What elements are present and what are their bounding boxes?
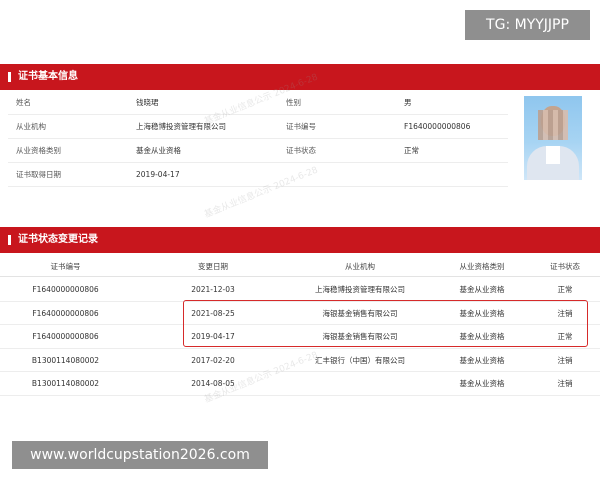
cell-qualification: 基金从业资格 <box>459 355 505 365</box>
section-marker-icon <box>8 235 11 245</box>
value-institution: 上海稳博投资管理有限公司 <box>136 122 226 131</box>
label-issue-date: 证书取得日期 <box>16 170 61 179</box>
cell-status: 注销 <box>557 379 573 388</box>
status-history-header: 证书状态变更记录 <box>0 227 600 253</box>
value-cert-number: F1640000000806 <box>404 122 471 131</box>
info-row-institution: 从业机构 上海稳博投资管理有限公司 证书编号 F1640000000806 <box>8 115 508 139</box>
label-qualification: 从业资格类别 <box>16 146 61 155</box>
cell-change-date: 2017-02-20 <box>191 355 235 365</box>
value-gender: 男 <box>404 98 412 107</box>
cell-status: 正常 <box>557 285 573 294</box>
cell-qualification: 基金从业资格 <box>459 379 505 388</box>
history-table-header: 证书编号 变更日期 从业机构 从业资格类别 证书状态 <box>0 257 600 277</box>
value-name: 钱晓珺 <box>136 98 159 107</box>
col-institution: 从业机构 <box>345 262 375 271</box>
label-gender: 性别 <box>286 98 301 107</box>
tg-handle-badge: TG: MYYJJPP <box>465 10 590 40</box>
photo-face-blur <box>538 110 568 140</box>
label-cert-number: 证书编号 <box>286 122 316 131</box>
info-row-issue-date: 证书取得日期 2019-04-17 <box>8 163 508 187</box>
cell-status: 注销 <box>557 355 573 365</box>
cell-cert-number: B1300114080002 <box>31 379 100 388</box>
info-row-qualification: 从业资格类别 基金从业资格 证书状态 正常 <box>8 139 508 163</box>
profile-photo <box>524 96 582 180</box>
col-qualification: 从业资格类别 <box>459 262 505 271</box>
table-row: B1300114080002 2017-02-20 汇丰银行（中国）有限公司 基… <box>0 349 600 372</box>
cell-cert-number: B1300114080002 <box>31 355 100 365</box>
label-name: 姓名 <box>16 98 31 107</box>
cert-info-header: 证书基本信息 <box>0 64 600 90</box>
col-status: 证书状态 <box>550 262 580 271</box>
cell-qualification: 基金从业资格 <box>459 285 505 294</box>
cert-info-title: 证书基本信息 <box>18 71 78 82</box>
cell-cert-number: F1640000000806 <box>32 285 99 294</box>
cell-change-date: 2014-08-05 <box>191 379 235 388</box>
info-row-name: 姓名 钱晓珺 性别 男 <box>8 91 508 115</box>
col-change-date: 变更日期 <box>198 262 228 271</box>
label-institution: 从业机构 <box>16 122 46 131</box>
cell-institution: 上海稳博投资管理有限公司 <box>315 285 405 294</box>
highlight-annotation-box <box>183 300 588 347</box>
table-row: F1640000000806 2021-12-03 上海稳博投资管理有限公司 基… <box>0 278 600 302</box>
table-row: B1300114080002 2014-08-05 基金从业资格 注销 <box>0 372 600 396</box>
col-cert-number: 证书编号 <box>50 262 81 271</box>
value-cert-status: 正常 <box>404 146 419 155</box>
label-cert-status: 证书状态 <box>286 146 316 155</box>
cert-info-table: 姓名 钱晓珺 性别 男 从业机构 上海稳博投资管理有限公司 证书编号 F1640… <box>8 91 508 187</box>
value-issue-date: 2019-04-17 <box>136 170 180 179</box>
website-badge: www.worldcupstation2026.com <box>12 441 268 469</box>
photo-collar <box>546 146 560 164</box>
cell-change-date: 2021-12-03 <box>191 285 235 294</box>
cell-cert-number: F1640000000806 <box>32 332 99 341</box>
value-qualification: 基金从业资格 <box>136 146 181 155</box>
status-history-title: 证书状态变更记录 <box>18 234 98 245</box>
cell-cert-number: F1640000000806 <box>32 308 99 318</box>
cell-institution: 汇丰银行（中国）有限公司 <box>315 355 405 365</box>
section-marker-icon <box>8 72 11 82</box>
